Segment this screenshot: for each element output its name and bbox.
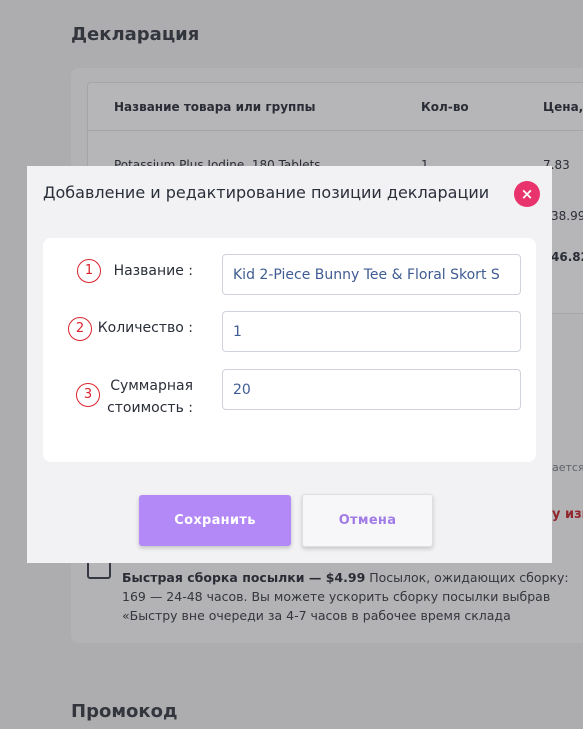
quantity-input[interactable] <box>222 311 521 352</box>
cancel-button[interactable]: Отмена <box>302 494 433 547</box>
total-cost-label-line1: Суммарная <box>110 378 193 394</box>
total-cost-label: Суммарная стоимость : <box>98 375 193 419</box>
save-button[interactable]: Сохранить <box>139 495 291 546</box>
step-marker-1: 1 <box>77 259 101 283</box>
total-cost-input[interactable] <box>222 369 521 410</box>
quantity-label: Количество : <box>97 320 193 336</box>
step-marker-2: 2 <box>68 317 92 341</box>
close-icon[interactable]: × <box>514 181 540 207</box>
total-cost-label-line2: стоимость : <box>107 400 193 416</box>
form-card: 1 Название : 2 Количество : 3 Суммарная … <box>43 238 536 462</box>
edit-declaration-modal: Добавление и редактирование позиции декл… <box>27 166 552 563</box>
modal-title: Добавление и редактирование позиции декл… <box>43 183 490 202</box>
name-input[interactable] <box>222 254 521 295</box>
step-marker-3: 3 <box>76 383 100 407</box>
name-label: Название : <box>113 263 193 279</box>
